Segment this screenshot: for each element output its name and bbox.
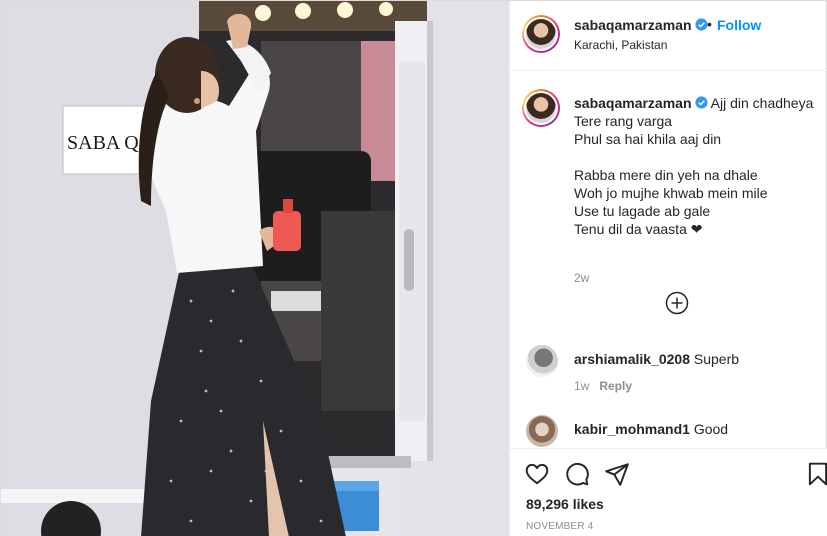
caption-username[interactable]: sabaqamarzaman [574, 95, 692, 111]
comment-body: Superb [693, 351, 740, 367]
caption-line: Phul sa hai khila aaj din [574, 131, 722, 147]
separator-dot: • [707, 16, 712, 32]
photo-illustration: SABA QAM [1, 1, 509, 536]
verified-badge-icon [694, 18, 708, 31]
heart-icon[interactable] [524, 461, 550, 487]
location-link[interactable]: Karachi, Pakistan [574, 38, 667, 52]
caption-line: Tere rang varga [574, 113, 673, 129]
comment-avatar[interactable] [526, 415, 558, 447]
comment-meta: 1w Reply [574, 379, 632, 393]
follow-button[interactable]: Follow [717, 17, 761, 33]
post-photo[interactable]: SABA QAM [1, 1, 509, 536]
comment-icon[interactable] [564, 461, 590, 487]
likes-count[interactable]: 89,296 likes [526, 496, 604, 512]
comment-timestamp[interactable]: 1w [574, 379, 589, 393]
post-header: sabaqamarzaman • Follow Karachi, Pakista… [510, 1, 827, 71]
comment-text: arshiamalik_0208 Superb [574, 351, 739, 367]
caption-line: Woh jo mujhe khwab mein mile [574, 185, 768, 201]
post-date[interactable]: NOVEMBER 4 [526, 521, 594, 532]
comment-username[interactable]: arshiamalik_0208 [574, 351, 690, 367]
avatar[interactable] [522, 15, 560, 53]
comment-text: kabir_mohmand1 Good [574, 421, 728, 437]
comments-scroll-area[interactable]: sabaqamarzaman Ajj din chadheya Tere ran… [510, 72, 827, 448]
comment-avatar[interactable] [526, 345, 558, 377]
caption-line: Tenu dil da vaasta ❤ [574, 221, 703, 237]
header-username[interactable]: sabaqamarzaman [574, 17, 692, 33]
post-actions: 89,296 likes NOVEMBER 4 [510, 448, 827, 536]
share-icon[interactable] [604, 461, 630, 487]
reply-button[interactable]: Reply [599, 379, 632, 393]
comment-username[interactable]: kabir_mohmand1 [574, 421, 690, 437]
caption-avatar[interactable] [522, 89, 560, 127]
load-more-comments-icon[interactable] [665, 291, 689, 315]
caption-text: sabaqamarzaman Ajj din chadheya Tere ran… [574, 94, 824, 238]
post-dialog: SABA QAM sabaqamarzaman • Follow Karachi… [0, 0, 827, 536]
caption-line: Rabba mere din yeh na dhale [574, 167, 758, 183]
header-username-link[interactable]: sabaqamarzaman [574, 17, 708, 33]
caption-line: Use tu lagade ab gale [574, 203, 711, 219]
post-side-panel: sabaqamarzaman • Follow Karachi, Pakista… [509, 1, 827, 536]
verified-badge-icon [694, 96, 708, 109]
comment-body: Good [693, 421, 729, 437]
caption-line: Ajj din chadheya [710, 95, 814, 111]
bookmark-icon[interactable] [805, 461, 827, 487]
caption-timestamp[interactable]: 2w [574, 271, 589, 285]
